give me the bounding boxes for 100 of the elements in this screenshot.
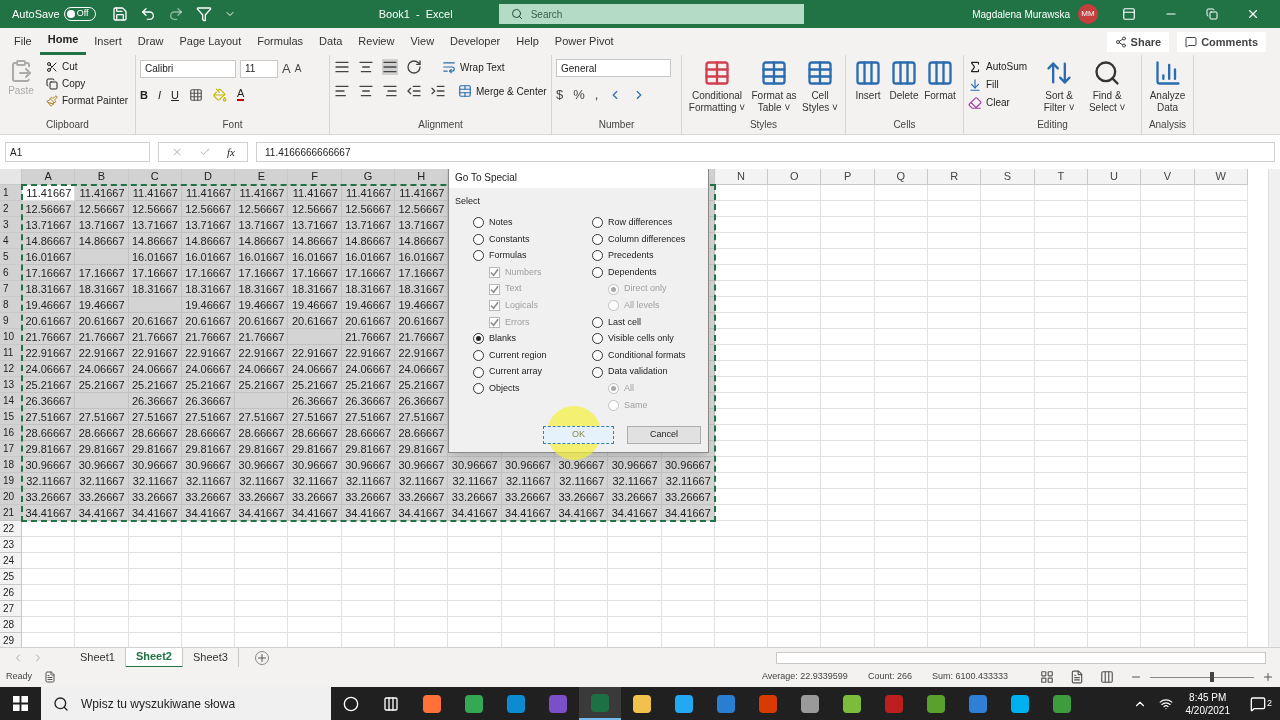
ribbon-button[interactable]: Delete [886, 59, 922, 102]
column-header[interactable]: F [288, 169, 342, 185]
radio-button[interactable] [592, 267, 603, 279]
clear-button[interactable]: Clear [968, 95, 1028, 110]
row-header[interactable]: 2 [0, 201, 22, 217]
row-header[interactable]: 14 [0, 393, 22, 409]
row-header[interactable]: 12 [0, 361, 22, 377]
column-header[interactable]: Q [874, 169, 929, 185]
menu-tab[interactable]: Review [350, 31, 403, 55]
column-header[interactable]: D [181, 169, 236, 185]
number-format-button[interactable]: $ [556, 85, 564, 105]
column-header[interactable]: B [75, 169, 129, 185]
radio-button[interactable] [473, 366, 484, 378]
ribbon-button[interactable]: Insert [850, 59, 886, 102]
formula-field[interactable]: 11.4166666666667 [256, 142, 1275, 162]
radio-button[interactable] [592, 350, 603, 362]
row-header[interactable]: 20 [0, 489, 22, 505]
row-header[interactable]: 8 [0, 297, 22, 313]
vertical-scrollbar[interactable] [1268, 169, 1280, 647]
row-header[interactable]: 18 [0, 457, 22, 473]
row-header[interactable]: 17 [0, 441, 22, 457]
radio-button[interactable] [592, 233, 603, 245]
ribbon-button[interactable]: Conditional Formatting ˅ [686, 59, 748, 114]
number-format-button[interactable]: % [573, 85, 585, 105]
ribbon-button[interactable]: Analyze Data [1146, 59, 1189, 114]
row-header[interactable]: 9 [0, 313, 22, 329]
column-header[interactable]: U [1087, 169, 1142, 185]
radio-button[interactable] [592, 333, 603, 345]
column-header[interactable]: R [928, 169, 982, 185]
radio-button[interactable] [473, 250, 484, 262]
font-size-field[interactable]: 11 [240, 59, 278, 78]
zoom-thumb[interactable] [1210, 672, 1214, 682]
menu-tab[interactable]: View [402, 31, 443, 55]
column-header[interactable]: S [981, 169, 1035, 185]
menu-tab[interactable]: Data [311, 31, 351, 55]
radio-button[interactable] [592, 316, 603, 328]
taskbar-app[interactable] [579, 687, 621, 720]
row-header[interactable]: 27 [0, 601, 22, 617]
shrink-font-button[interactable]: A [294, 61, 302, 77]
row-header[interactable]: 1 [0, 185, 22, 201]
row-header[interactable]: 22 [0, 521, 22, 537]
row-header[interactable]: 4 [0, 233, 22, 249]
row-header[interactable]: 5 [0, 249, 22, 265]
copy-button[interactable]: Copy [46, 76, 129, 91]
cut-button[interactable]: Cut [46, 59, 129, 74]
column-header[interactable]: O [768, 169, 822, 185]
menu-tab[interactable]: Insert [86, 31, 130, 55]
row-header[interactable]: 16 [0, 425, 22, 441]
search-field[interactable]: Wpisz tu wyszukiwane słowa [41, 687, 331, 720]
insert-function-button[interactable]: fx [227, 143, 235, 161]
notification-button[interactable]: 2 [1250, 695, 1272, 712]
format-painter-button[interactable]: Format Painter [46, 93, 129, 108]
font-color-button[interactable]: A [236, 88, 245, 102]
menu-tab[interactable]: Page Layout [171, 31, 250, 55]
merge-center-button[interactable]: Merge & Center [458, 83, 547, 99]
number-format-button[interactable]: , [594, 85, 599, 105]
column-header[interactable]: T [1034, 169, 1088, 185]
radio-button[interactable] [473, 383, 484, 395]
menu-tab[interactable]: Formulas [249, 31, 312, 55]
number-format-field[interactable]: General [556, 59, 671, 77]
row-header[interactable]: 7 [0, 281, 22, 297]
search-field[interactable]: Search [498, 4, 804, 24]
row-header[interactable]: 13 [0, 377, 22, 393]
row-header[interactable]: 11 [0, 345, 22, 361]
radio-button[interactable] [592, 250, 603, 262]
column-header[interactable]: P [821, 169, 875, 185]
column-header[interactable]: C [128, 169, 182, 185]
italic-button[interactable]: I [157, 86, 161, 103]
column-header[interactable]: G [341, 169, 396, 185]
column-header[interactable]: H [395, 169, 449, 185]
comments-button[interactable]: Comments [1177, 32, 1266, 52]
column-header[interactable]: N [714, 169, 769, 185]
ribbon-button[interactable]: Cell Styles ˅ [800, 59, 840, 114]
ribbon-button[interactable]: Format as Table ˅ [748, 59, 800, 114]
radio-button[interactable] [473, 217, 484, 229]
menu-tab[interactable]: File [6, 31, 40, 55]
sheet-tab[interactable]: Sheet2 [125, 647, 183, 668]
row-header[interactable]: 24 [0, 553, 22, 569]
user-avatar[interactable]: MM [1078, 4, 1098, 24]
share-button[interactable]: Share [1106, 32, 1170, 52]
row-header[interactable]: 23 [0, 537, 22, 553]
radio-button[interactable] [473, 333, 484, 345]
bold-button[interactable]: B [140, 86, 148, 103]
ribbon-button[interactable]: Format [922, 59, 958, 102]
row-header[interactable]: 6 [0, 265, 22, 281]
windows-logo-icon[interactable] [13, 696, 28, 711]
horizontal-scrollbar[interactable] [776, 651, 1266, 664]
row-header[interactable]: 25 [0, 569, 22, 585]
row-header[interactable]: 19 [0, 473, 22, 489]
fill-button[interactable]: Fill [968, 77, 1028, 92]
menu-tab[interactable]: Power Pivot [546, 31, 622, 55]
row-header[interactable]: 29 [0, 633, 22, 647]
row-header[interactable]: 3 [0, 217, 22, 233]
grow-font-button[interactable]: A [282, 59, 291, 79]
radio-button[interactable] [473, 350, 484, 362]
row-header[interactable]: 28 [0, 617, 22, 633]
ribbon-button[interactable]: Find & Select ˅ [1083, 59, 1132, 114]
row-header[interactable]: 15 [0, 409, 22, 425]
column-header[interactable]: W [1194, 169, 1248, 185]
ribbon-button[interactable]: Sort & Filter ˅ [1035, 59, 1084, 114]
